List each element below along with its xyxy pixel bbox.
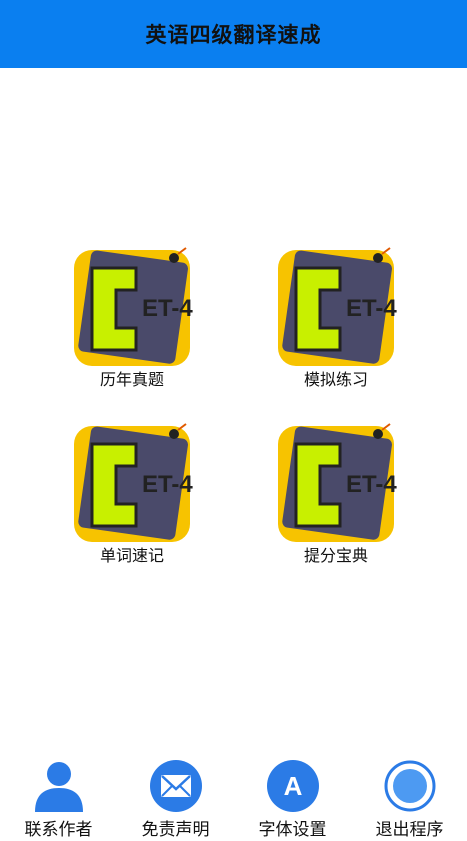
cet4-logo-icon: ET-4: [74, 423, 193, 542]
svg-text:ET-4: ET-4: [346, 295, 397, 322]
nav-font-settings[interactable]: A 字体设置: [234, 752, 351, 841]
svg-text:A: A: [283, 771, 302, 801]
nav-label: 联系作者: [24, 820, 93, 840]
nav-label: 字体设置: [258, 820, 327, 840]
font-a-icon: A: [266, 760, 319, 812]
cet4-logo-icon: ET-4: [278, 423, 397, 542]
tile-label: 模拟练习: [303, 370, 368, 389]
mail-icon: [149, 760, 202, 812]
tile-label: 单词速记: [99, 546, 164, 565]
nav-label: 免责声明: [141, 820, 210, 840]
app-header: 英语四级翻译速成: [0, 0, 467, 68]
bottom-navigation: 联系作者 免责声明 A 字体设置 退出程序: [0, 752, 467, 841]
cet4-logo-icon: ET-4: [278, 247, 397, 366]
menu-tile-score-guide[interactable]: ET-4 提分宝典: [266, 422, 406, 572]
cet4-logo-icon: ET-4: [74, 247, 193, 366]
nav-exit-app[interactable]: 退出程序: [351, 752, 467, 841]
menu-tile-past-exams[interactable]: ET-4 历年真题: [62, 246, 202, 396]
app-title: 英语四级翻译速成: [145, 23, 322, 47]
menu-tile-word-memorize[interactable]: ET-4 单词速记: [62, 422, 202, 572]
svg-text:ET-4: ET-4: [142, 295, 193, 322]
tile-label: 历年真题: [99, 370, 164, 389]
nav-contact-author[interactable]: 联系作者: [0, 752, 117, 841]
power-circle-icon: [384, 760, 435, 812]
tile-label: 提分宝典: [303, 546, 368, 565]
person-icon: [34, 762, 83, 812]
svg-text:ET-4: ET-4: [346, 471, 397, 498]
nav-label: 退出程序: [375, 820, 444, 840]
menu-tile-mock-practice[interactable]: ET-4 模拟练习: [266, 246, 406, 396]
svg-text:ET-4: ET-4: [142, 471, 193, 498]
nav-disclaimer[interactable]: 免责声明: [117, 752, 234, 841]
